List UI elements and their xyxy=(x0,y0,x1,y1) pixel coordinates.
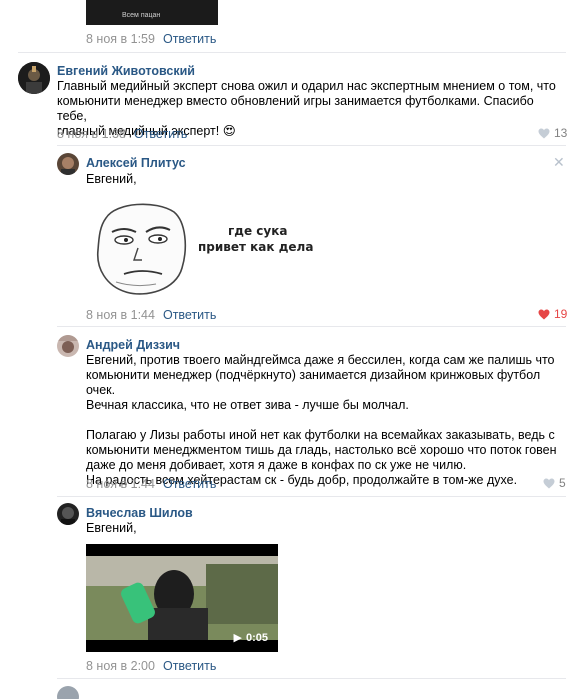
reply-link[interactable]: Ответить xyxy=(163,477,216,491)
comment-author[interactable]: Евгений Животовский xyxy=(57,64,195,78)
divider xyxy=(57,496,566,497)
divider xyxy=(18,52,566,53)
comment-meta: 8 ноя в 1:59 Ответить xyxy=(86,32,216,46)
like-button[interactable]: 5 xyxy=(543,476,566,490)
reply-link[interactable]: Ответить xyxy=(134,127,187,141)
reply-link[interactable]: Ответить xyxy=(163,32,216,46)
comment-meta: 8 ноя в 1:44 Ответить xyxy=(86,308,216,322)
image-caption: Всем пацан xyxy=(122,12,161,19)
video-attachment[interactable]: ▶ 0:05 xyxy=(86,544,278,652)
meme-image[interactable]: где сука привет как дела xyxy=(86,198,326,300)
comment-date[interactable]: 8 ноя в 1:59 xyxy=(86,32,155,46)
comment-author[interactable]: Алексей Плитус xyxy=(86,156,186,170)
comment-text: Евгений, против твоего майндгеймса даже … xyxy=(86,353,557,487)
avatar[interactable] xyxy=(18,62,50,94)
like-button[interactable]: 19 xyxy=(538,307,567,321)
divider xyxy=(57,145,566,146)
comment-date[interactable]: 8 ноя в 2:00 xyxy=(86,659,155,673)
like-count: 5 xyxy=(559,476,566,490)
heart-icon xyxy=(538,309,550,319)
avatar[interactable] xyxy=(57,153,79,175)
meme-text-line: привет как дела xyxy=(198,240,314,254)
comment-author[interactable]: Вячеслав Шилов xyxy=(86,506,193,520)
close-icon[interactable]: ✕ xyxy=(553,154,565,171)
avatar[interactable] xyxy=(57,686,79,699)
divider xyxy=(57,326,566,327)
comment-meta: 8 ноя в 1:44 Ответить xyxy=(86,477,216,491)
avatar[interactable] xyxy=(57,335,79,357)
reply-link[interactable]: Ответить xyxy=(163,659,216,673)
attached-image[interactable]: Всем пацан xyxy=(86,0,218,25)
avatar-image xyxy=(57,503,79,525)
divider xyxy=(57,678,566,679)
heart-icon xyxy=(543,478,555,488)
like-count: 19 xyxy=(554,307,568,321)
video-duration: ▶ 0:05 xyxy=(234,631,269,645)
like-count: 13 xyxy=(554,126,568,140)
comment-meta: 8 ноя в 2:00 Ответить xyxy=(86,659,216,673)
comment-text: Евгений, xyxy=(86,521,137,535)
heart-icon xyxy=(538,128,550,138)
meme-text-line: где сука xyxy=(228,224,288,238)
reply-link[interactable]: Ответить xyxy=(163,308,216,322)
video-duration-text: 0:05 xyxy=(245,631,268,644)
avatar-image xyxy=(18,62,50,94)
comment-date[interactable]: 8 ноя в 1:44 xyxy=(86,308,155,322)
comment-author[interactable]: Андрей Диззич xyxy=(86,338,180,352)
avatar[interactable] xyxy=(57,503,79,525)
comment-date[interactable]: 8 ноя в 1:38 xyxy=(57,127,126,141)
avatar-image xyxy=(57,335,79,357)
comment-meta: 8 ноя в 1:38 Ответить xyxy=(57,127,187,141)
comment-text: Евгений, xyxy=(86,172,137,186)
comment-date[interactable]: 8 ноя в 1:44 xyxy=(86,477,155,491)
play-icon[interactable]: ▶ xyxy=(234,631,242,644)
avatar-image xyxy=(57,153,79,175)
like-button[interactable]: 13 xyxy=(538,126,567,140)
